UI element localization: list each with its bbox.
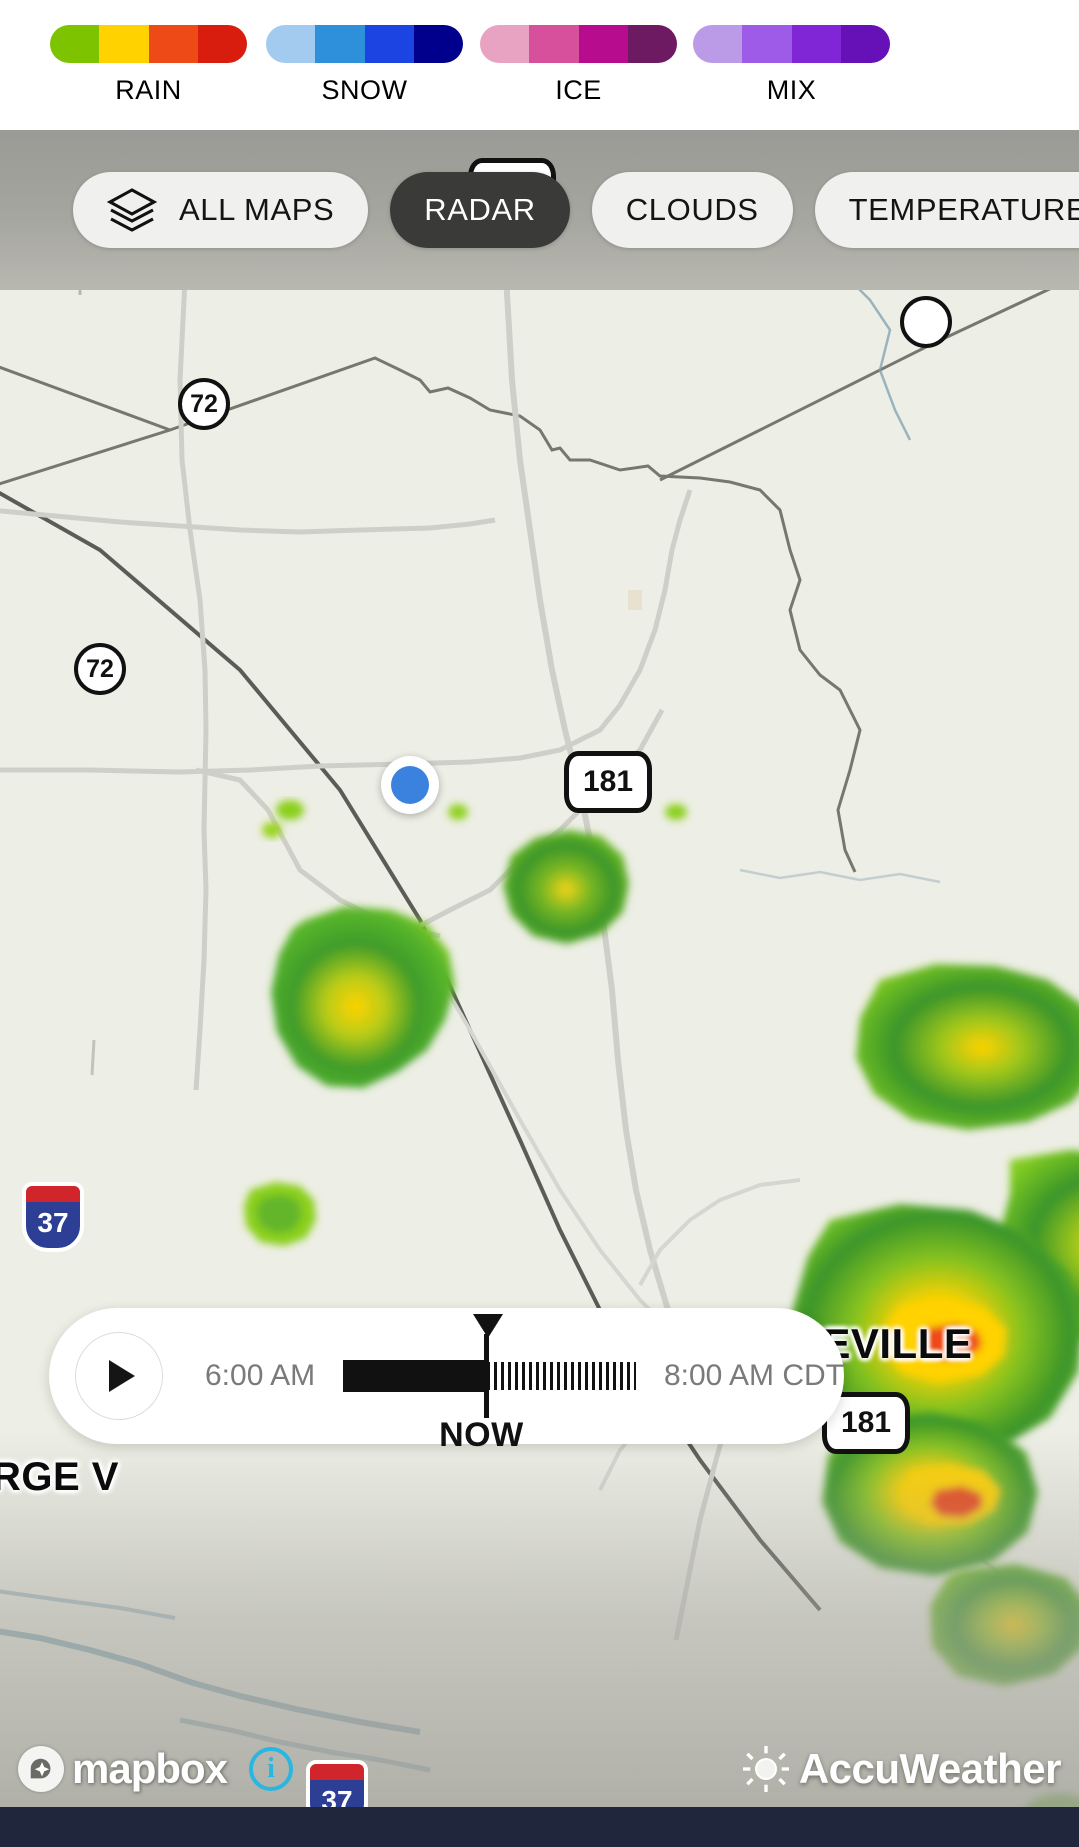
precipitation-legend: RAIN SNOW ICE MIX — [0, 0, 1079, 130]
accuweather-wordmark: AccuWeather — [798, 1745, 1062, 1792]
ice-gradient-icon — [480, 25, 677, 63]
snow-swatch-1 — [266, 25, 316, 63]
sun-icon — [742, 1746, 789, 1792]
radar-cell-south — [244, 1182, 316, 1246]
ice-swatch-2 — [529, 25, 579, 63]
snow-swatch-4 — [413, 25, 463, 63]
mix-swatch-3 — [791, 25, 841, 63]
mix-swatch-2 — [742, 25, 792, 63]
pill-temperature[interactable]: TEMPERATURE — [814, 172, 1079, 248]
highway-shield-i37-left[interactable]: 37 — [22, 1182, 84, 1252]
rain-swatch-2 — [99, 25, 149, 63]
highway-shield-181-center[interactable]: 181 — [564, 751, 652, 813]
ice-swatch-3 — [578, 25, 628, 63]
highway-shield-partial-right[interactable] — [900, 296, 952, 348]
pill-label-all-maps: ALL MAPS — [179, 192, 335, 227]
map-attribution-bar: mapbox i AccuWeather — [0, 1729, 1079, 1809]
pill-label-clouds: CLOUDS — [625, 192, 759, 227]
snow-swatch-3 — [364, 25, 414, 63]
legend-item-mix: MIX — [693, 25, 890, 106]
timeline-forecast-ticks — [487, 1362, 637, 1390]
legend-item-rain: RAIN — [50, 25, 247, 106]
timeline-scrubber[interactable]: NOW — [343, 1308, 637, 1454]
snow-gradient-icon — [266, 25, 463, 63]
pill-label-radar: RADAR — [424, 192, 536, 227]
current-location-marker[interactable] — [381, 756, 439, 814]
highway-shield-72-west[interactable]: 72 — [74, 643, 126, 695]
mix-swatch-1 — [693, 25, 743, 63]
rain-gradient-icon — [50, 25, 247, 63]
mix-gradient-icon — [693, 25, 890, 63]
timeline-now-label: NOW — [439, 1416, 524, 1454]
legend-item-ice: ICE — [480, 25, 677, 106]
pill-clouds[interactable]: CLOUDS — [591, 172, 793, 248]
info-icon-glyph: i — [267, 1753, 275, 1784]
pill-label-temperature: TEMPERATURE — [848, 192, 1079, 227]
highway-shield-72-north[interactable]: 72 — [178, 378, 230, 430]
mapbox-logo[interactable]: mapbox — [18, 1745, 228, 1793]
radar-cell-west — [271, 906, 455, 1088]
mix-swatch-4 — [840, 25, 890, 63]
mapbox-mark-icon — [18, 1746, 64, 1792]
timeline-handle[interactable] — [484, 1334, 490, 1418]
play-icon — [109, 1360, 135, 1392]
legend-label-rain: RAIN — [115, 75, 182, 105]
legend-label-ice: ICE — [555, 75, 602, 105]
legend-item-snow: SNOW — [266, 25, 463, 106]
accuweather-logo[interactable]: AccuWeather — [742, 1745, 1062, 1793]
radar-map-screen: RAIN SNOW ICE MIX 72 72 181 181 37 37 RG… — [0, 0, 1079, 1847]
radar-cell-east — [856, 964, 1079, 1130]
radar-cell-center — [503, 830, 629, 944]
ice-swatch-4 — [627, 25, 677, 63]
mapbox-wordmark: mapbox — [72, 1745, 228, 1792]
legend-label-mix: MIX — [766, 75, 817, 105]
legend-label-snow: SNOW — [321, 75, 408, 105]
rain-swatch-1 — [50, 25, 100, 63]
current-location-dot — [391, 766, 429, 804]
bottom-system-bar — [0, 1807, 1079, 1847]
timeline-end-time: 8:00 AM CDT — [663, 1359, 844, 1392]
timeline-start-time: 6:00 AM — [205, 1359, 316, 1392]
layers-icon — [107, 188, 157, 232]
play-button[interactable] — [75, 1332, 163, 1420]
map-layer-pills: ALL MAPS RADAR CLOUDS TEMPERATURE — [0, 172, 1079, 248]
info-icon[interactable]: i — [249, 1747, 294, 1791]
pill-all-maps[interactable]: ALL MAPS — [73, 172, 369, 248]
interstate-number: 37 — [37, 1207, 69, 1238]
city-label-partial: RGE V — [0, 1455, 119, 1499]
ice-swatch-1 — [480, 25, 530, 63]
timeline-track[interactable] — [343, 1360, 637, 1392]
rain-swatch-4 — [197, 25, 247, 63]
rain-swatch-3 — [148, 25, 198, 63]
pill-radar[interactable]: RADAR — [390, 172, 570, 248]
mapbox-glyph-icon — [30, 1758, 51, 1779]
radar-timeline-panel: 6:00 AM NOW 8:00 AM CDT — [49, 1308, 844, 1454]
timeline-elapsed — [343, 1360, 488, 1392]
map-canvas: 72 72 181 181 181 37 37 RGE V BEEVILLE — [0, 130, 1079, 1847]
snow-swatch-2 — [315, 25, 365, 63]
radar-map[interactable]: 72 72 181 181 181 37 37 RGE V BEEVILLE — [0, 130, 1079, 1847]
